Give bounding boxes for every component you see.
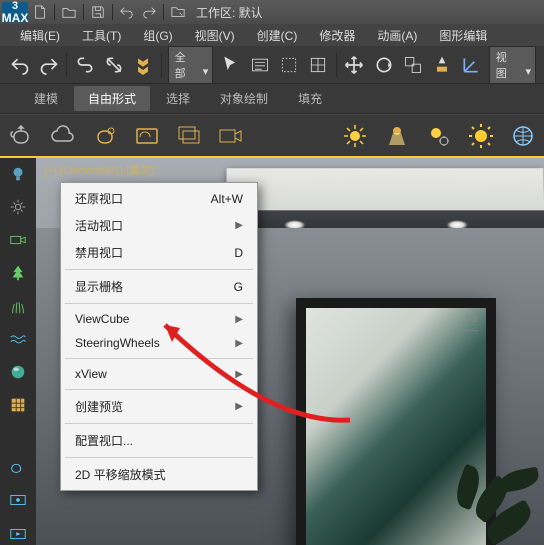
render-production-icon[interactable] xyxy=(6,456,30,479)
link-icon[interactable] xyxy=(73,52,96,78)
tab-modeling[interactable]: 建模 xyxy=(20,86,72,111)
cloud-render-icon[interactable] xyxy=(48,121,78,151)
menu-group[interactable]: 组(G) xyxy=(133,25,182,46)
viewport-label[interactable]: [+] [Camera001] [真实] xyxy=(44,162,154,178)
window-crossing-icon[interactable] xyxy=(307,52,330,78)
light-spot-icon[interactable] xyxy=(382,121,412,151)
undo-button[interactable] xyxy=(8,52,31,78)
ctx-configure-viewport[interactable]: 配置视口... xyxy=(61,427,257,454)
ctx-restore-viewport[interactable]: 还原视口Alt+W xyxy=(61,185,257,212)
menu-bar: 编辑(E) 工具(T) 组(G) 视图(V) 创建(C) 修改器 动画(A) 图… xyxy=(0,24,544,46)
render-setup-icon[interactable] xyxy=(90,121,120,151)
tab-selection[interactable]: 选择 xyxy=(152,86,204,111)
ctx-create-preview[interactable]: 创建预览▶ xyxy=(61,393,257,420)
rotate-icon[interactable] xyxy=(372,52,395,78)
main-toolbar: 全部 视图 xyxy=(0,46,544,84)
sun-position-icon[interactable] xyxy=(6,195,30,218)
reference-coord-dropdown[interactable]: 视图 xyxy=(489,46,536,84)
select-icon[interactable] xyxy=(219,52,242,78)
menu-edit[interactable]: 编辑(E) xyxy=(10,25,70,46)
ctx-viewcube[interactable]: ViewCube▶ xyxy=(61,307,257,331)
material-icon[interactable] xyxy=(6,360,30,383)
uvw-icon[interactable] xyxy=(6,394,30,417)
save-file-icon[interactable] xyxy=(88,3,108,21)
tab-object-paint[interactable]: 对象绘制 xyxy=(206,86,282,111)
workspace-label[interactable]: 工作区: 默认 xyxy=(196,4,263,21)
light-bulb-icon[interactable] xyxy=(6,162,30,185)
menu-animation[interactable]: 动画(A) xyxy=(367,25,427,46)
bind-icon[interactable] xyxy=(132,52,155,78)
tab-freeform[interactable]: 自由形式 xyxy=(74,86,150,111)
render-toolbar xyxy=(0,114,544,158)
project-icon[interactable] xyxy=(168,3,188,21)
left-sidebar xyxy=(0,158,36,545)
tree-icon[interactable] xyxy=(6,261,30,284)
water-icon[interactable] xyxy=(6,327,30,350)
scene-plant xyxy=(424,445,544,545)
light-omni-icon[interactable] xyxy=(340,121,370,151)
menu-graph[interactable]: 图形编辑 xyxy=(429,25,497,46)
ctx-xview[interactable]: xView▶ xyxy=(61,362,257,386)
selection-filter-dropdown[interactable]: 全部 xyxy=(168,46,214,84)
menu-tools[interactable]: 工具(T) xyxy=(72,25,131,46)
ctx-active-viewport[interactable]: 活动视口▶ xyxy=(61,212,257,239)
move-icon[interactable] xyxy=(343,52,366,78)
camera-create-icon[interactable] xyxy=(6,228,30,251)
grass-icon[interactable] xyxy=(6,294,30,317)
ribbon-tabs: 建模 自由形式 选择 对象绘制 填充 xyxy=(0,84,544,114)
open-file-icon[interactable] xyxy=(59,3,79,21)
render-frame-icon[interactable] xyxy=(132,121,162,151)
sky-icon[interactable] xyxy=(508,121,538,151)
ctx-disable-viewport[interactable]: 禁用视口D xyxy=(61,239,257,266)
scale-icon[interactable] xyxy=(401,52,424,78)
select-name-icon[interactable] xyxy=(248,52,271,78)
teapot-icon[interactable] xyxy=(6,121,36,151)
title-bar: 3MAX 工作区: 默认 xyxy=(0,0,544,24)
sun-icon[interactable] xyxy=(466,121,496,151)
viewport-context-menu: 还原视口Alt+W 活动视口▶ 禁用视口D 显示栅格G ViewCube▶ St… xyxy=(60,182,258,491)
redo-button[interactable] xyxy=(37,52,60,78)
ctx-steeringwheels[interactable]: SteeringWheels▶ xyxy=(61,331,257,355)
activeshade-icon[interactable] xyxy=(6,522,30,545)
render-iterative-icon[interactable] xyxy=(6,489,30,512)
camera-sequencer-icon[interactable] xyxy=(216,121,246,151)
ctx-2d-pan-zoom[interactable]: 2D 平移缩放模式 xyxy=(61,461,257,488)
menu-modifiers[interactable]: 修改器 xyxy=(309,25,365,46)
undo-icon[interactable] xyxy=(117,3,137,21)
menu-view[interactable]: 视图(V) xyxy=(185,25,245,46)
state-sets-icon[interactable] xyxy=(174,121,204,151)
redo-icon[interactable] xyxy=(139,3,159,21)
unlink-icon[interactable] xyxy=(102,52,125,78)
ctx-show-grid[interactable]: 显示栅格G xyxy=(61,273,257,300)
menu-create[interactable]: 创建(C) xyxy=(247,25,308,46)
new-file-icon[interactable] xyxy=(30,3,50,21)
reference-coord-icon[interactable] xyxy=(460,52,483,78)
tab-populate[interactable]: 填充 xyxy=(284,86,336,111)
select-region-icon[interactable] xyxy=(278,52,301,78)
light-settings-icon[interactable] xyxy=(424,121,454,151)
placement-icon[interactable] xyxy=(430,52,453,78)
app-logo: 3MAX xyxy=(2,2,28,22)
